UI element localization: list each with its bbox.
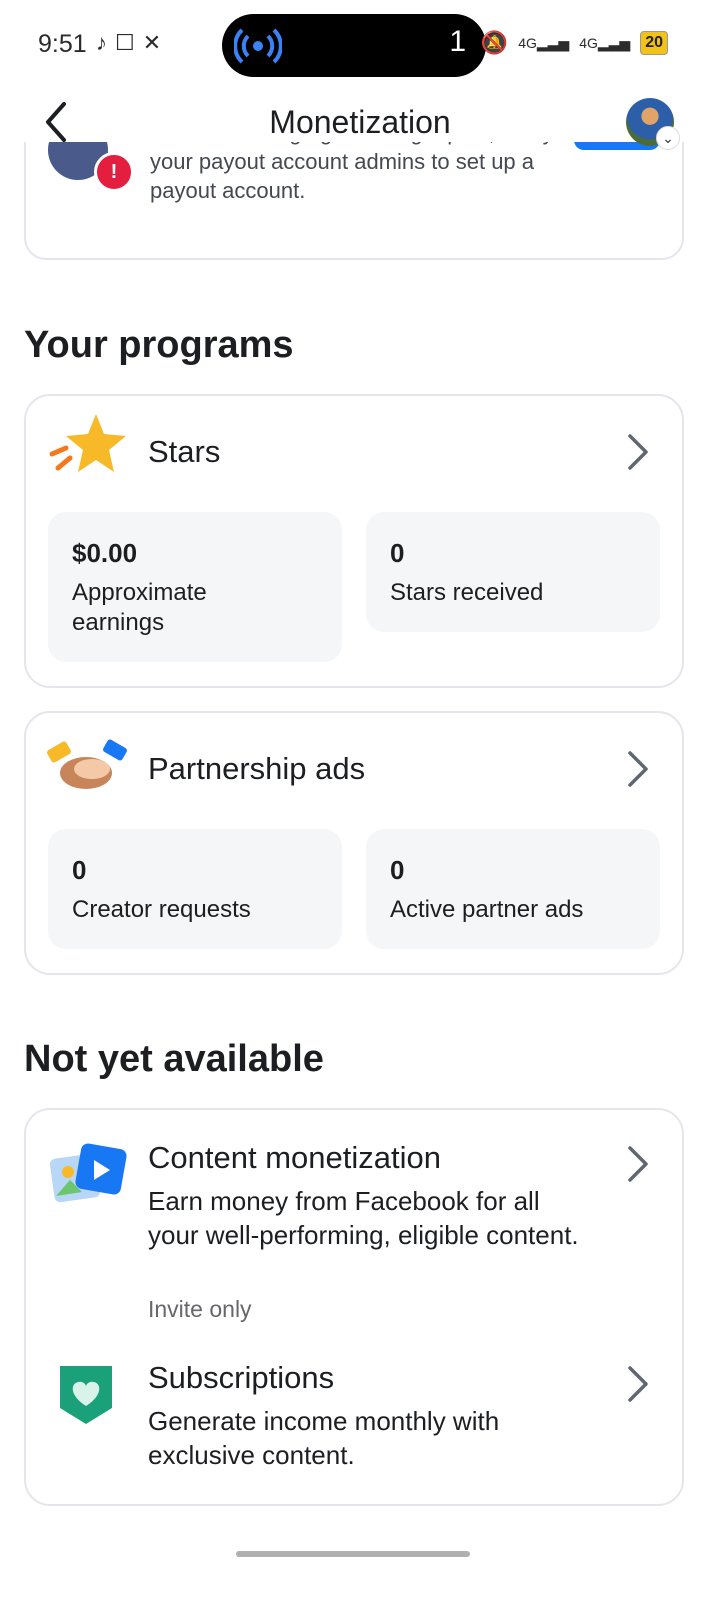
stat-active-partner-ads[interactable]: 0 Active partner ads	[366, 829, 660, 949]
status-left-icons: ♪ ☐ ✕	[96, 30, 161, 56]
broadcast-icon	[234, 28, 282, 64]
handshake-icon	[47, 739, 127, 789]
chevron-down-icon[interactable]: ⌄	[656, 126, 680, 150]
warning-icon: !	[94, 152, 134, 192]
status-right-icons: 🔕 4G▂▃▅ 4G▂▃▅ 20	[481, 30, 668, 56]
chevron-right-icon[interactable]	[626, 1364, 650, 1404]
battery-icon: 20	[640, 31, 668, 55]
section-title-not-yet-available: Not yet available	[24, 1038, 324, 1080]
not-yet-available-card: Content monetization Earn money from Fac…	[24, 1108, 684, 1506]
stat-label: Approximate earnings	[72, 579, 207, 636]
stat-label: Stars received	[390, 579, 544, 606]
chevron-right-icon[interactable]	[626, 1144, 650, 1184]
content-monetization-item[interactable]: Content monetization Earn money from Fac…	[26, 1110, 682, 1330]
payout-notice-text: To start earning again and get paid, not…	[150, 140, 554, 203]
chevron-right-icon[interactable]	[626, 749, 650, 789]
page-title: Monetization	[269, 104, 451, 140]
content-monetization-title: Content monetization	[148, 1140, 441, 1175]
tiktok-icon: ♪	[96, 30, 107, 55]
invite-only-note: Invite only	[148, 1296, 252, 1322]
dynamic-island[interactable]: 1	[222, 14, 486, 77]
square-icon: ☐	[115, 30, 135, 55]
stat-label: Active partner ads	[390, 896, 584, 923]
star-icon	[49, 414, 126, 472]
signal-2-icon: 4G▂▃▅	[579, 34, 631, 51]
x-icon: ✕	[142, 30, 162, 55]
content-monetization-description: Earn money from Facebook for all your we…	[148, 1186, 579, 1250]
stat-value: $0.00	[72, 538, 138, 568]
pill-count: 1	[449, 25, 466, 58]
stat-value: 0	[390, 538, 405, 568]
subscriptions-description: Generate income monthly with exclusive c…	[148, 1406, 500, 1470]
section-title-your-programs: Your programs	[24, 324, 294, 366]
stat-stars-received[interactable]: 0 Stars received	[366, 512, 660, 632]
stars-title: Stars	[148, 434, 221, 469]
stat-label: Creator requests	[72, 896, 251, 923]
signal-1-icon: 4G▂▃▅	[518, 34, 570, 51]
stat-value: 0	[390, 855, 405, 885]
home-indicator[interactable]	[236, 1551, 470, 1557]
mute-bell-icon: 🔕	[480, 30, 509, 55]
chevron-right-icon[interactable]	[626, 432, 650, 472]
stat-value: 0	[72, 855, 87, 885]
subscriptions-item[interactable]: Subscriptions Generate income monthly wi…	[26, 1350, 682, 1490]
stat-approximate-earnings[interactable]: $0.00 Approximate earnings	[48, 512, 342, 662]
status-time: 9:51	[38, 30, 87, 58]
stars-program-card[interactable]: Stars $0.00 Approximate earnings 0 Stars…	[24, 394, 684, 688]
heart-shield-icon	[60, 1366, 112, 1424]
stat-creator-requests[interactable]: 0 Creator requests	[48, 829, 342, 949]
subscriptions-title: Subscriptions	[148, 1360, 335, 1395]
payout-notice-card: ! To start earning again and get paid, n…	[24, 140, 684, 260]
partnership-ads-card[interactable]: Partnership ads 0 Creator requests 0 Act…	[24, 711, 684, 975]
partnership-ads-title: Partnership ads	[148, 751, 366, 786]
content-media-icon	[49, 1143, 127, 1203]
